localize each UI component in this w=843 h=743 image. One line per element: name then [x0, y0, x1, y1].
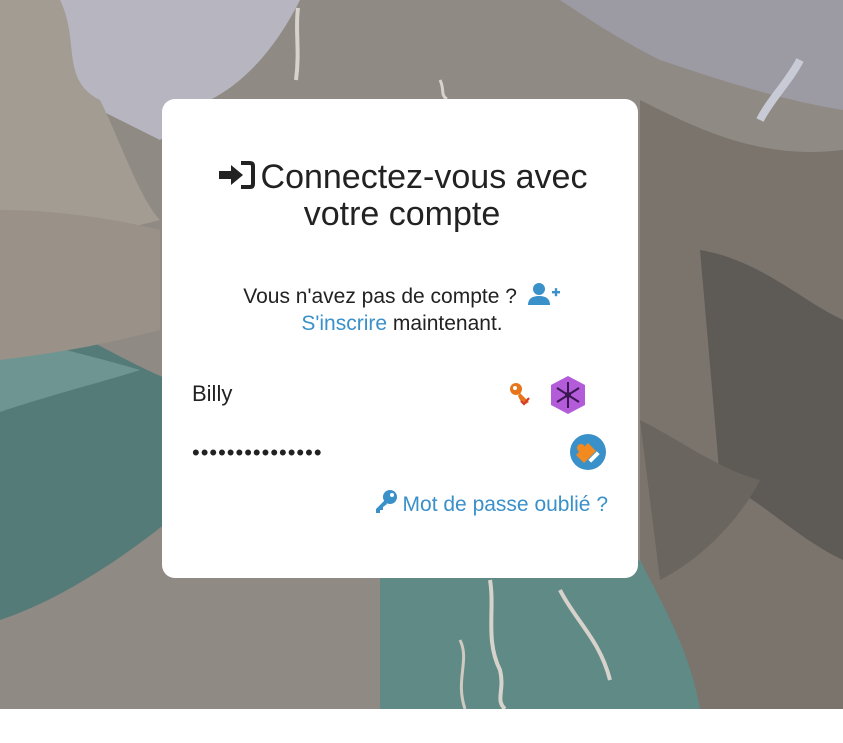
signup-suffix: maintenant.	[392, 312, 503, 335]
user-plus-icon	[527, 283, 560, 305]
password-value: •••••••••••••••	[192, 440, 323, 465]
snowflake-hexagon-icon[interactable]	[548, 375, 588, 415]
forgot-password-link[interactable]: Mot de passe oublié ?	[373, 489, 608, 517]
username-field[interactable]	[192, 374, 608, 414]
login-title-text: Connectez-vous avec votre compte	[260, 158, 588, 233]
signup-prompt: Vous n'avez pas de compte ? S'inscrire m…	[176, 282, 628, 337]
login-title: Connectez-vous avec votre compte	[176, 159, 628, 233]
login-card: Connectez-vous avec votre compte Vous n'…	[162, 99, 638, 578]
key-circle-icon[interactable]	[569, 433, 607, 471]
password-field[interactable]: •••••••••••••••	[192, 433, 608, 473]
key-icon[interactable]	[508, 380, 534, 406]
sign-in-icon	[218, 161, 255, 189]
bottom-strip	[0, 709, 843, 743]
key-icon	[375, 490, 397, 513]
forgot-password-text: Mot de passe oublié ?	[402, 493, 608, 516]
signup-link[interactable]: S'inscrire	[301, 312, 387, 335]
no-account-text: Vous n'avez pas de compte ?	[243, 285, 517, 308]
